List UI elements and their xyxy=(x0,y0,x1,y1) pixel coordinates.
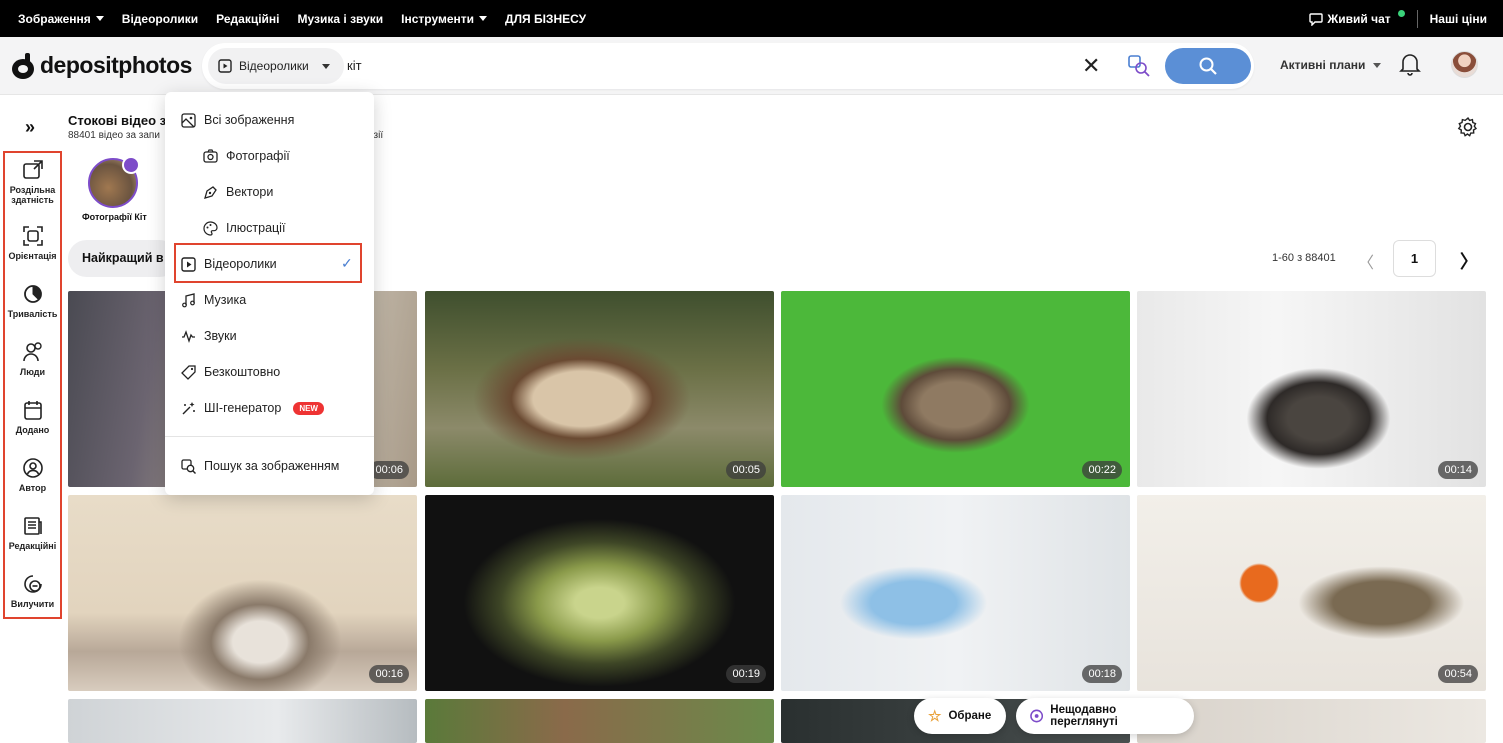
waveform-icon xyxy=(182,329,195,343)
image-search-icon xyxy=(181,458,196,474)
top-navigation-bar: Зображення Відеоролики Редакційні Музика… xyxy=(0,0,1503,37)
visual-search-icon[interactable] xyxy=(1127,54,1151,78)
filter-people[interactable]: Люди xyxy=(5,341,60,377)
video-tile[interactable]: 00:18 xyxy=(781,495,1130,691)
search-button[interactable] xyxy=(1165,48,1251,84)
online-status-dot xyxy=(1397,10,1405,17)
nav-music[interactable]: Музика і звуки xyxy=(298,12,384,26)
vector-icon xyxy=(204,185,217,199)
page-number-input[interactable]: 1 xyxy=(1393,240,1436,277)
author-icon xyxy=(22,458,43,478)
favorites-button[interactable]: ☆ Обране xyxy=(914,698,1006,734)
divider xyxy=(165,436,374,437)
video-icon xyxy=(218,59,232,73)
header: depositphotos Відеоролики кіт ✕ Активні … xyxy=(0,37,1503,95)
search-type-dropdown[interactable]: Відеоролики xyxy=(208,48,344,84)
duration-icon xyxy=(23,285,42,303)
chevron-down-icon xyxy=(321,63,330,69)
video-tile[interactable]: 00:14 xyxy=(1137,291,1486,487)
prev-page-icon[interactable]: 〈 xyxy=(1358,249,1374,273)
avatar[interactable] xyxy=(1451,51,1478,78)
menu-item-image-search[interactable]: Пошук за зображенням xyxy=(181,454,339,478)
related-search-photos[interactable]: Фотографії Кіт xyxy=(82,156,147,222)
tag-icon xyxy=(181,364,196,380)
video-tile[interactable] xyxy=(425,699,774,743)
results-count: 88401 відео за запи xyxy=(68,130,160,141)
video-tile[interactable]: 00:19 xyxy=(425,495,774,691)
filter-sidebar: » Роздільна здатність Орієнтація Тривалі… xyxy=(0,95,64,743)
prices-link[interactable]: Наші ціни xyxy=(1430,12,1487,26)
filter-editorial[interactable]: Редакційні xyxy=(5,515,60,551)
menu-item-illustrations[interactable]: Ілюстрації xyxy=(203,216,285,240)
nav-business[interactable]: ДЛЯ БІЗНЕСУ xyxy=(505,12,586,26)
logo-mark xyxy=(12,52,34,79)
people-icon xyxy=(22,342,42,362)
filter-group: Роздільна здатність Орієнтація Триваліст… xyxy=(3,151,62,619)
orientation-icon xyxy=(22,226,43,246)
sort-dropdown[interactable]: Найкращий в xyxy=(68,240,178,277)
filter-duration[interactable]: Тривалість xyxy=(5,283,60,319)
divider xyxy=(1416,9,1418,28)
expand-filters-icon[interactable]: » xyxy=(25,117,35,138)
recently-viewed-button[interactable]: Нещодавно переглянуті xyxy=(1016,698,1194,734)
music-icon xyxy=(182,292,195,307)
video-tile[interactable]: 00:05 xyxy=(425,291,774,487)
live-chat-link[interactable]: Живий чат xyxy=(1309,10,1405,26)
editorial-icon xyxy=(23,517,42,535)
menu-item-photos[interactable]: Фотографії xyxy=(203,144,290,168)
nav-tools[interactable]: Інструменти xyxy=(401,12,488,26)
clear-search-icon[interactable]: ✕ xyxy=(1082,53,1100,79)
filter-author[interactable]: Автор xyxy=(5,457,60,493)
related-thumbnail xyxy=(88,156,140,208)
filter-resolution[interactable]: Роздільна здатність xyxy=(5,159,60,205)
chat-icon xyxy=(1309,12,1324,26)
page-title: Стокові відео з xyxy=(68,113,167,128)
search-type-menu: Всі зображення Фотографії Вектори Ілюстр… xyxy=(165,92,374,495)
menu-item-ai-generator[interactable]: ШІ-генератор NEW xyxy=(181,396,324,420)
new-badge: NEW xyxy=(293,401,324,415)
logo[interactable]: depositphotos xyxy=(12,52,192,79)
chevron-down-icon xyxy=(479,16,488,21)
video-tile[interactable]: 00:54 xyxy=(1137,495,1486,691)
menu-item-free[interactable]: Безкоштовно xyxy=(181,360,280,384)
camera-icon xyxy=(122,156,140,174)
checkmark-icon: ✓ xyxy=(341,255,353,271)
video-tile[interactable]: 00:22 xyxy=(781,291,1130,487)
palette-icon xyxy=(203,220,218,236)
nav-editorial[interactable]: Редакційні xyxy=(216,12,279,26)
chevron-down-icon xyxy=(1373,62,1382,68)
menu-item-music[interactable]: Музика xyxy=(181,288,246,312)
filter-added[interactable]: Додано xyxy=(5,399,60,435)
video-tile[interactable]: 00:16 xyxy=(68,495,417,691)
pager-info: 1-60 з 88401 xyxy=(1272,252,1336,264)
filter-orientation[interactable]: Орієнтація xyxy=(5,225,60,261)
menu-item-vectors[interactable]: Вектори xyxy=(203,180,273,204)
sparkle-icon xyxy=(182,401,195,414)
eye-icon xyxy=(1030,709,1044,723)
exclude-icon xyxy=(23,575,42,593)
image-icon xyxy=(181,112,196,128)
active-plans-dropdown[interactable]: Активні плани xyxy=(1280,58,1382,72)
bell-icon[interactable] xyxy=(1398,51,1422,77)
calendar-icon xyxy=(23,401,42,420)
video-tile[interactable] xyxy=(68,699,417,743)
camera-icon xyxy=(203,148,218,163)
search-icon xyxy=(1199,57,1217,75)
menu-item-all-images[interactable]: Всі зображення xyxy=(181,108,294,132)
menu-item-sounds[interactable]: Звуки xyxy=(181,324,237,348)
selected-item-highlight xyxy=(174,243,362,283)
resolution-icon xyxy=(22,160,43,179)
nav-images[interactable]: Зображення xyxy=(18,12,104,26)
star-icon: ☆ xyxy=(928,708,942,725)
search-input[interactable]: кіт xyxy=(347,58,362,73)
chevron-down-icon xyxy=(95,16,104,21)
next-page-icon[interactable]: 〉 xyxy=(1460,248,1478,274)
nav-videos[interactable]: Відеоролики xyxy=(122,12,198,26)
filter-exclude[interactable]: Вилучити xyxy=(5,573,60,609)
gear-icon[interactable] xyxy=(1457,116,1479,138)
search-bar: Відеоролики кіт ✕ xyxy=(202,43,1254,89)
